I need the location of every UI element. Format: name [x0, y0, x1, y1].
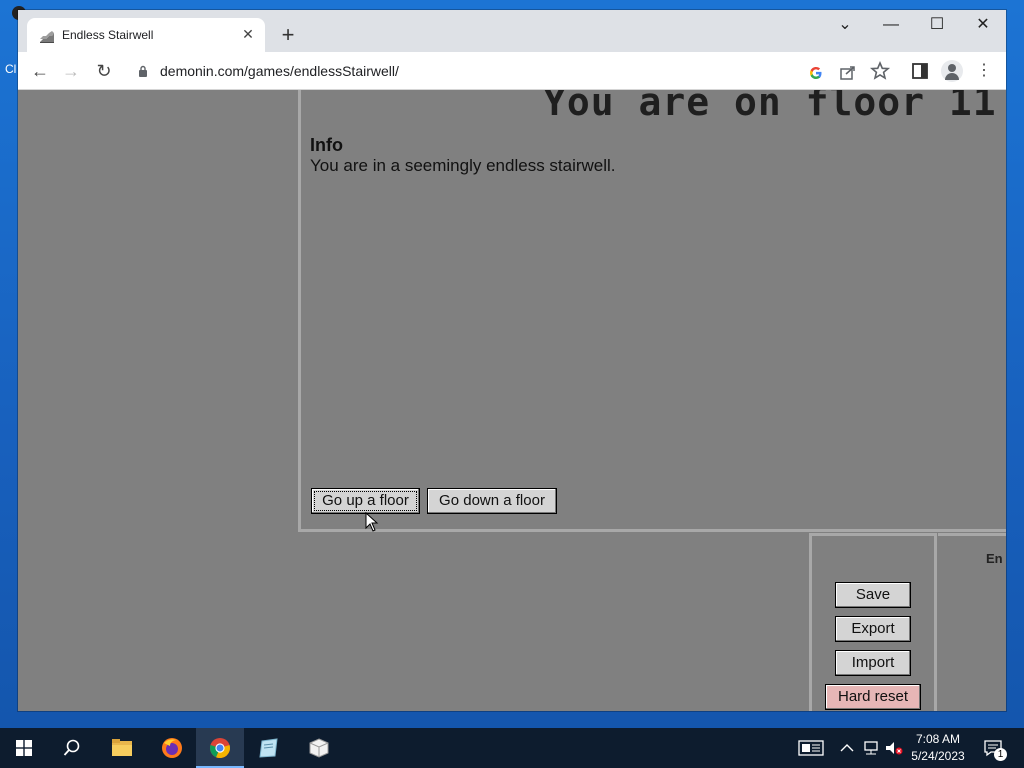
desktop-icon-label: Cl	[5, 62, 17, 76]
browser-window: Endless Stairwell ✕ + ⌄ — ☐ ✕ ← → ↻ demo…	[18, 10, 1006, 711]
volume-muted-icon[interactable]	[884, 740, 904, 756]
action-center-button[interactable]: 1	[982, 728, 1007, 768]
go-up-button[interactable]: Go up a floor	[311, 488, 420, 514]
chrome-icon	[210, 738, 230, 759]
news-widget-icon[interactable]	[798, 739, 824, 757]
main-game-panel: You are on floor 11 Info You are in a se…	[298, 90, 1006, 532]
start-button[interactable]	[0, 728, 48, 768]
close-window-button[interactable]: ✕	[960, 10, 1006, 42]
side-panel-icon[interactable]	[908, 59, 932, 83]
right-panel-label: En	[986, 551, 1003, 566]
file-explorer-icon	[112, 739, 132, 756]
forward-button[interactable]: →	[59, 59, 83, 83]
address-bar[interactable]: demonin.com/games/endlessStairwell/	[128, 56, 868, 86]
back-button[interactable]: ←	[28, 59, 52, 83]
right-panel: En	[938, 533, 1006, 711]
tab-close-icon[interactable]: ✕	[240, 26, 256, 42]
chevron-up-icon[interactable]	[840, 742, 854, 754]
maximize-button[interactable]: ☐	[914, 10, 960, 42]
menu-icon[interactable]: ⋮	[972, 59, 996, 83]
info-heading: Info	[310, 135, 343, 155]
google-icon[interactable]	[806, 63, 826, 83]
tab-title: Endless Stairwell	[62, 28, 154, 42]
profile-icon[interactable]	[941, 60, 963, 82]
tab-strip: Endless Stairwell ✕ + ⌄ — ☐ ✕	[18, 10, 1006, 52]
search-icon	[63, 739, 80, 756]
import-button[interactable]: Import	[835, 650, 911, 676]
desktop-icon-fragment[interactable]: Cl	[0, 6, 26, 76]
mouse-cursor-icon	[365, 512, 379, 532]
notification-count-badge: 1	[994, 748, 1007, 761]
taskbar: 7:08 AM 5/24/2023 1	[0, 728, 1024, 768]
taskbar-search-button[interactable]	[48, 728, 96, 768]
stairs-favicon-icon	[40, 31, 54, 43]
save-panel: Save Export Import Hard reset	[809, 533, 937, 711]
share-icon[interactable]	[838, 63, 858, 83]
bookmark-star-icon[interactable]	[868, 59, 892, 83]
taskbar-package-app[interactable]	[294, 728, 342, 768]
start-icon	[16, 740, 32, 756]
tab-endless-stairwell[interactable]: Endless Stairwell ✕	[27, 18, 265, 52]
info-text: You are in a seemingly endless stairwell…	[310, 156, 616, 175]
clock-time: 7:08 AM	[915, 732, 961, 746]
clock-date: 5/24/2023	[911, 749, 965, 763]
url-text: demonin.com/games/endlessStairwell/	[160, 63, 399, 79]
system-clock[interactable]: 7:08 AM 5/24/2023	[905, 731, 971, 765]
go-down-button[interactable]: Go down a floor	[427, 488, 557, 514]
browser-toolbar: ← → ↻ demonin.com/games/endlessStairwell…	[18, 52, 1006, 90]
taskbar-file-explorer[interactable]	[98, 728, 146, 768]
tab-search-chevron-icon[interactable]: ⌄	[822, 10, 868, 42]
hard-reset-button[interactable]: Hard reset	[825, 684, 921, 710]
game-page: You are on floor 11 Info You are in a se…	[18, 90, 1006, 711]
firefox-icon	[162, 738, 182, 758]
reload-button[interactable]: ↻	[92, 59, 116, 83]
floor-heading: You are on floor 11	[543, 90, 997, 124]
export-button[interactable]: Export	[835, 616, 911, 642]
network-icon[interactable]	[862, 740, 880, 756]
save-button[interactable]: Save	[835, 582, 911, 608]
lock-icon	[139, 65, 147, 77]
taskbar-chrome[interactable]	[196, 728, 244, 768]
taskbar-firefox[interactable]	[148, 728, 196, 768]
new-tab-button[interactable]: +	[276, 24, 300, 48]
package-icon	[309, 738, 329, 758]
minimize-button[interactable]: —	[868, 10, 914, 42]
notepad-icon	[259, 738, 278, 758]
taskbar-notepad[interactable]	[244, 728, 292, 768]
